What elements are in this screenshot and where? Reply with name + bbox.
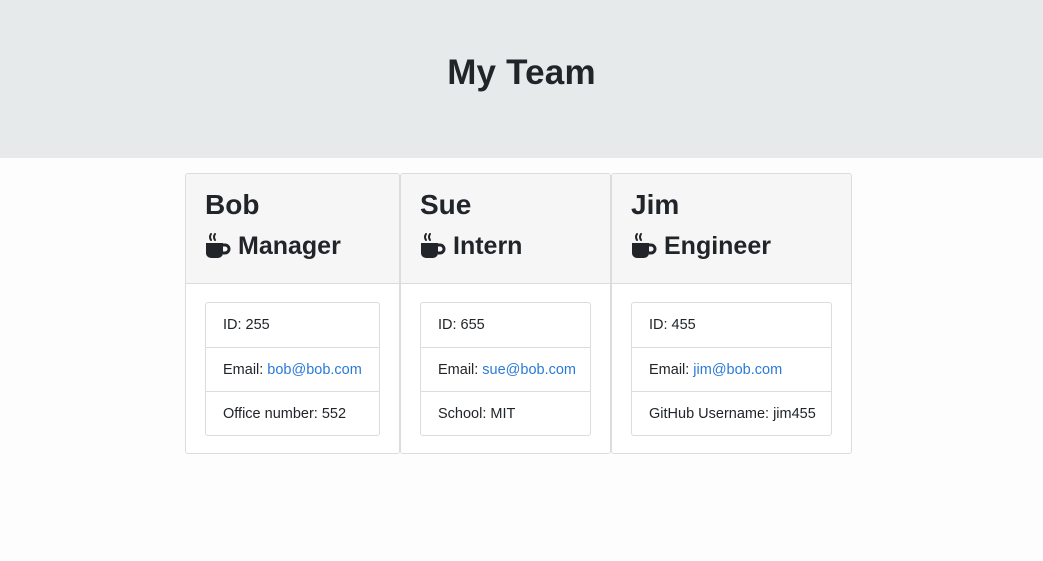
- email-item: Email: sue@bob.com: [421, 347, 590, 391]
- id-value: 455: [671, 317, 696, 333]
- email-item: Email: jim@bob.com: [632, 347, 831, 391]
- school-item: School: MIT: [421, 391, 590, 435]
- coffee-mug-icon: [632, 233, 657, 258]
- email-label: Email:: [649, 361, 690, 378]
- employee-card-sue: Sue Intern ID: 655 Email: sue@bob.com Sc…: [400, 173, 611, 454]
- id-label: ID:: [223, 317, 242, 333]
- page-title: My Team: [447, 53, 596, 92]
- id-item: ID: 655: [421, 303, 590, 347]
- email-label: Email:: [223, 361, 264, 378]
- id-label: ID:: [438, 317, 457, 333]
- card-header: Bob Manager: [186, 174, 399, 284]
- employee-role: Intern: [420, 231, 592, 261]
- office-number-label: Office number:: [223, 405, 318, 422]
- id-value: 255: [245, 317, 270, 333]
- card-body: ID: 255 Email: bob@bob.com Office number…: [186, 284, 399, 436]
- card-body: ID: 655 Email: sue@bob.com School: MIT: [401, 284, 610, 436]
- employee-role: Manager: [205, 231, 381, 261]
- id-value: 655: [460, 317, 485, 333]
- email-label: Email:: [438, 361, 479, 378]
- office-number-item: Office number: 552: [206, 391, 379, 435]
- card-header: Jim Engineer: [612, 174, 851, 284]
- school-label: School:: [438, 405, 487, 422]
- employee-name: Jim: [631, 189, 680, 220]
- employee-role: Engineer: [631, 231, 833, 261]
- employee-details-list: ID: 455 Email: jim@bob.com GitHub Userna…: [631, 302, 832, 436]
- github-label: GitHub Username:: [649, 405, 770, 422]
- id-item: ID: 255: [206, 303, 379, 347]
- coffee-mug-icon: [421, 233, 446, 258]
- card-header: Sue Intern: [401, 174, 610, 284]
- id-label: ID:: [649, 317, 668, 333]
- id-item: ID: 455: [632, 303, 831, 347]
- email-link[interactable]: bob@bob.com: [267, 362, 362, 378]
- team-cards: Bob Manager ID: 255 Email: bob@bob.com O…: [185, 173, 852, 454]
- role-label: Engineer: [664, 232, 771, 260]
- coffee-mug-icon: [206, 233, 231, 258]
- employee-details-list: ID: 655 Email: sue@bob.com School: MIT: [420, 302, 591, 436]
- employee-name: Bob: [205, 189, 260, 220]
- employee-details-list: ID: 255 Email: bob@bob.com Office number…: [205, 302, 380, 436]
- school-value: MIT: [490, 405, 516, 422]
- page-header: My Team: [0, 0, 1043, 158]
- role-label: Intern: [453, 232, 523, 260]
- card-body: ID: 455 Email: jim@bob.com GitHub Userna…: [612, 284, 851, 436]
- employee-card-bob: Bob Manager ID: 255 Email: bob@bob.com O…: [185, 173, 400, 454]
- email-link[interactable]: sue@bob.com: [482, 362, 576, 378]
- employee-card-jim: Jim Engineer ID: 455 Email: jim@bob.com: [611, 173, 852, 454]
- email-item: Email: bob@bob.com: [206, 347, 379, 391]
- github-item: GitHub Username: jim455: [632, 391, 831, 435]
- email-link[interactable]: jim@bob.com: [693, 362, 782, 378]
- office-number-value: 552: [321, 405, 347, 422]
- role-label: Manager: [238, 232, 341, 260]
- employee-name: Sue: [420, 189, 472, 220]
- github-value: jim455: [773, 405, 816, 422]
